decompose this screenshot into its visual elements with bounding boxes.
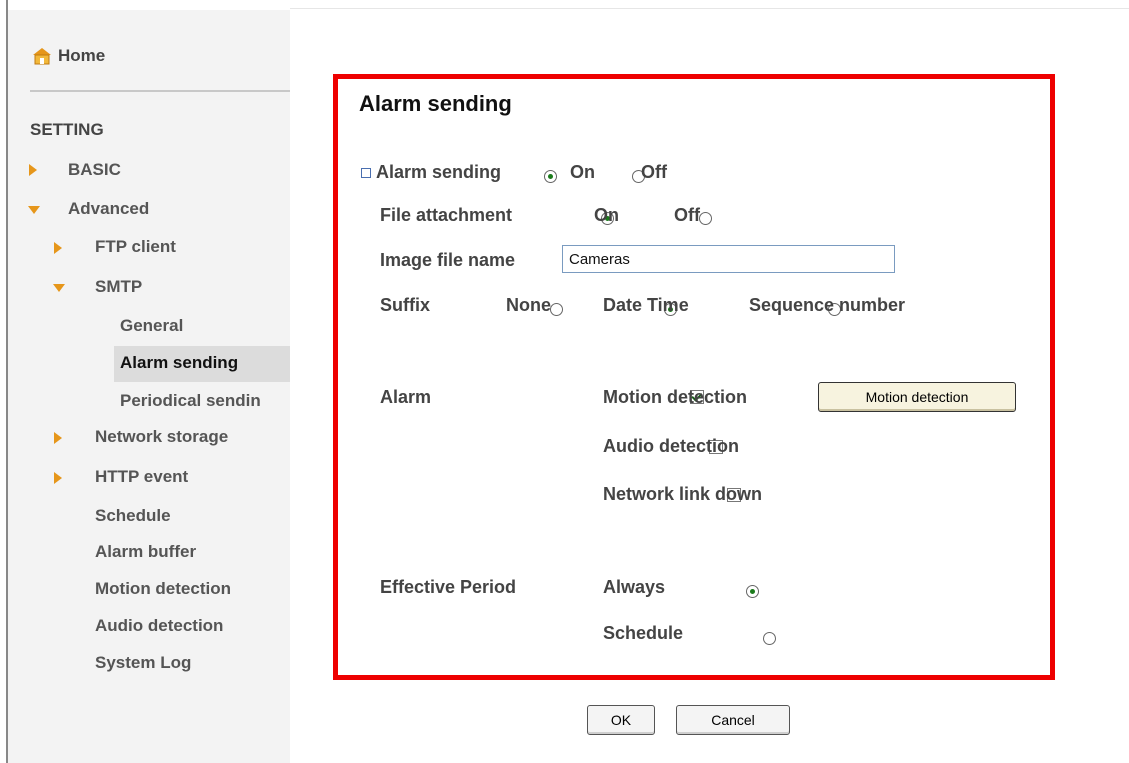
sidebar-item-ftp-client[interactable]: FTP client xyxy=(95,237,176,257)
sidebar-item-basic[interactable]: BASIC xyxy=(68,160,121,180)
triangle-right-icon xyxy=(54,242,62,254)
alarm-sending-off-label: Off xyxy=(641,162,667,182)
suffix-none-label: None xyxy=(506,295,551,315)
sidebar-item-smtp[interactable]: SMTP xyxy=(95,277,142,297)
network-link-down-label: Network link down xyxy=(603,484,763,504)
sidebar-item-periodical-sending[interactable]: Periodical sendin xyxy=(120,391,290,411)
effective-period-always-radio[interactable] xyxy=(745,585,759,599)
sidebar-item-general[interactable]: General xyxy=(120,316,183,336)
sidebar-item-http-event[interactable]: HTTP event xyxy=(95,467,188,487)
top-divider xyxy=(290,8,1129,9)
alarm-label: Alarm xyxy=(380,387,432,407)
sidebar-item-schedule[interactable]: Schedule xyxy=(95,506,171,526)
sidebar: Home SETTING BASIC Advanced FTP client S… xyxy=(8,10,290,763)
triangle-down-icon xyxy=(28,206,40,214)
alarm-sending-label: Alarm sending xyxy=(376,162,502,182)
file-attachment-off-label: Off xyxy=(674,205,700,225)
triangle-right-icon xyxy=(54,432,62,444)
sidebar-item-advanced[interactable]: Advanced xyxy=(68,199,149,219)
cancel-button[interactable]: Cancel xyxy=(676,705,790,735)
sidebar-item-network-storage[interactable]: Network storage xyxy=(95,427,228,447)
triangle-right-icon xyxy=(29,164,37,176)
effective-period-label: Effective Period xyxy=(380,577,517,597)
motion-detection-settings-button[interactable]: Motion detection xyxy=(818,382,1016,412)
image-file-name-label: Image file name xyxy=(380,250,516,270)
effective-period-schedule-label: Schedule xyxy=(603,623,684,643)
suffix-label: Suffix xyxy=(380,295,431,315)
motion-detection-label: Motion detection xyxy=(603,387,747,407)
triangle-right-icon xyxy=(54,472,62,484)
audio-detection-label: Audio detection xyxy=(603,436,739,456)
suffix-sequence-label: Sequence number xyxy=(749,295,906,315)
page-title: Alarm sending xyxy=(359,91,512,116)
alarm-sending-on-label: On xyxy=(570,162,595,182)
sidebar-item-alarm-sending[interactable]: Alarm sending xyxy=(120,353,238,373)
home-link[interactable]: Home xyxy=(32,46,105,66)
home-icon xyxy=(33,48,51,65)
file-attachment-on-label: On xyxy=(594,205,619,225)
home-label: Home xyxy=(58,46,106,65)
triangle-down-icon xyxy=(53,284,65,292)
sidebar-item-motion-detection[interactable]: Motion detection xyxy=(95,579,231,599)
sidebar-item-audio-detection[interactable]: Audio detection xyxy=(95,616,223,636)
effective-period-always-label: Always xyxy=(603,577,666,597)
ok-button[interactable]: OK xyxy=(587,705,655,735)
file-attachment-label: File attachment xyxy=(380,205,513,225)
sidebar-item-alarm-buffer[interactable]: Alarm buffer xyxy=(95,542,196,562)
square-bullet-icon xyxy=(361,168,371,178)
sidebar-item-system-log[interactable]: System Log xyxy=(95,653,191,673)
sidebar-divider xyxy=(30,90,290,92)
suffix-datetime-label: Date Time xyxy=(603,295,689,315)
image-file-name-input[interactable] xyxy=(562,245,895,273)
suffix-none-radio[interactable] xyxy=(549,303,563,317)
sidebar-section-title: SETTING xyxy=(30,120,104,139)
